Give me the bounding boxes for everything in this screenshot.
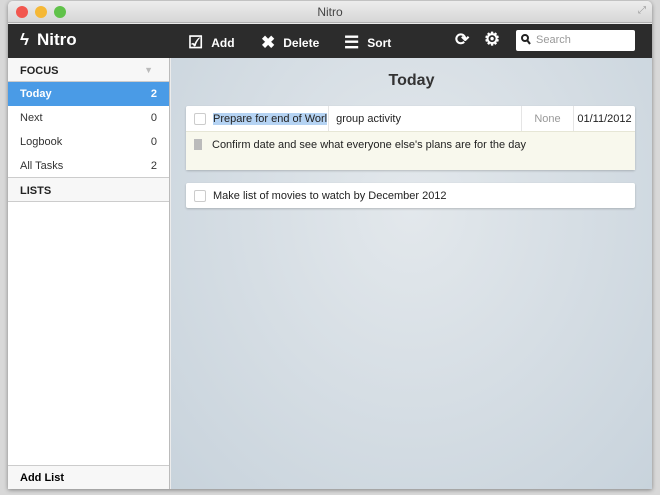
task-title[interactable]: Make list of movies to watch by December… bbox=[213, 190, 447, 202]
collapse-triangle-icon[interactable]: ▼ bbox=[144, 65, 153, 75]
delete-label: Delete bbox=[283, 36, 320, 50]
task-checkbox[interactable] bbox=[194, 189, 206, 202]
sidebar-item-logbook[interactable]: Logbook 0 bbox=[8, 130, 169, 154]
main-panel: Today Prepare for end of Worl group acti… bbox=[171, 58, 652, 489]
task-card[interactable]: Prepare for end of Worl group activity N… bbox=[186, 106, 635, 170]
task-checkbox[interactable] bbox=[194, 112, 206, 125]
sync-icon[interactable]: ⟳ bbox=[455, 30, 469, 50]
task-note[interactable]: Confirm date and see what everyone else'… bbox=[212, 139, 526, 170]
sidebar: FOCUS ▼ Today 2 Next 0 Logbook 0 All Tasks 2 … bbox=[8, 58, 170, 489]
task-card[interactable]: Make list of movies to watch by December… bbox=[186, 183, 635, 208]
window-title: Nitro bbox=[317, 5, 343, 19]
sidebar-item-all-tasks[interactable]: All Tasks 2 bbox=[8, 154, 169, 178]
item-label: All Tasks bbox=[20, 160, 64, 172]
app-logo: ϟ Nitro bbox=[20, 30, 77, 50]
delete-button[interactable]: ✖ Delete bbox=[261, 33, 319, 53]
item-count: 2 bbox=[150, 160, 157, 172]
focus-header[interactable]: FOCUS ▼ bbox=[8, 58, 169, 82]
focus-label: FOCUS bbox=[20, 65, 59, 77]
date-field[interactable]: 01/11/2012 bbox=[573, 106, 635, 131]
lists-label: LISTS bbox=[20, 185, 52, 197]
fullscreen-icon[interactable]: ⤢ bbox=[638, 5, 646, 16]
item-label: Logbook bbox=[20, 136, 63, 148]
sort-button[interactable]: ☰ Sort bbox=[344, 33, 391, 53]
add-list-button[interactable]: Add List bbox=[8, 465, 169, 489]
item-label: Today bbox=[20, 88, 52, 100]
priority-field[interactable]: None bbox=[521, 106, 573, 131]
task-tags-input[interactable]: group activity bbox=[328, 106, 401, 131]
lightning-icon: ϟ bbox=[20, 30, 29, 49]
item-count: 0 bbox=[150, 136, 157, 148]
lists-header[interactable]: LISTS bbox=[8, 178, 169, 202]
toolbar: ϟ Nitro ☑ Add ✖ Delete ☰ Sort ⟳ ⚙ Search bbox=[8, 24, 652, 58]
app-window: Nitro ⤢ ϟ Nitro ☑ Add ✖ Delete ☰ Sort ⟳ ⚙ Se… bbox=[8, 1, 652, 489]
checkbox-icon: ☑ bbox=[188, 33, 204, 52]
item-label: Next bbox=[20, 112, 43, 124]
sort-label: Sort bbox=[367, 36, 392, 50]
note-icon bbox=[194, 139, 202, 150]
list-icon: ☰ bbox=[344, 33, 360, 52]
sidebar-item-today[interactable]: Today 2 bbox=[8, 82, 169, 106]
sidebar-item-next[interactable]: Next 0 bbox=[8, 106, 169, 130]
add-button[interactable]: ☑ Add bbox=[188, 33, 235, 53]
search-icon bbox=[521, 34, 531, 45]
logo-text: Nitro bbox=[37, 30, 77, 49]
page-title: Today bbox=[388, 72, 435, 89]
x-icon: ✖ bbox=[261, 33, 276, 52]
task-title-input-selected[interactable]: Prepare for end of Worl bbox=[213, 112, 328, 125]
gear-icon[interactable]: ⚙ bbox=[484, 29, 500, 50]
title-bar: Nitro ⤢ bbox=[8, 1, 652, 23]
add-label: Add bbox=[211, 36, 235, 50]
search-input[interactable]: Search bbox=[516, 30, 635, 51]
search-placeholder: Search bbox=[536, 34, 571, 46]
item-count: 0 bbox=[150, 112, 157, 124]
item-count: 2 bbox=[150, 88, 157, 100]
